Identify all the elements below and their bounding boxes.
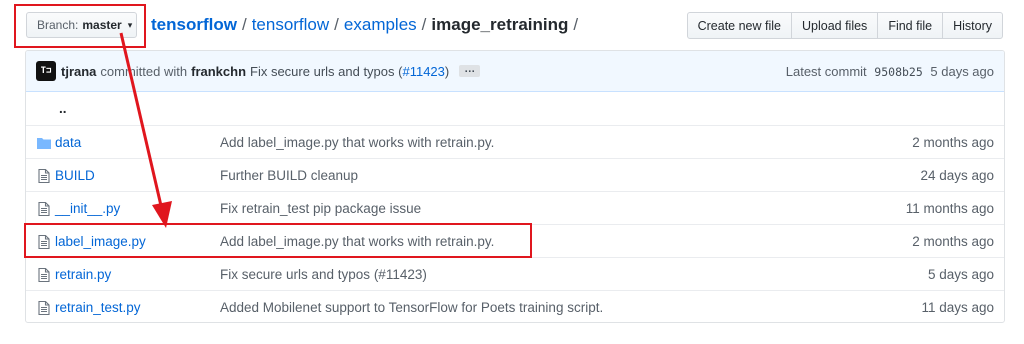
file-commit-message[interactable]: Add label_image.py that works with retra… [220, 234, 494, 249]
file-name-link[interactable]: retrain.py [55, 267, 111, 282]
upload-files-button[interactable]: Upload files [790, 12, 879, 39]
file-icon [36, 300, 52, 316]
branch-selector-button[interactable]: Branch: master ▾ [26, 12, 137, 38]
expand-commit-message-button[interactable]: … [459, 64, 481, 77]
file-icon [36, 201, 52, 217]
breadcrumb-separator: / [573, 15, 579, 34]
file-commit-message[interactable]: Fix secure urls and typos (#11423) [220, 267, 427, 282]
breadcrumb-link-tensorflow[interactable]: tensorflow [252, 15, 329, 34]
file-row[interactable]: __init__.py Fix retrain_test pip package … [26, 191, 1004, 224]
file-row[interactable]: retrain.py Fix secure urls and typos (#11… [26, 257, 1004, 290]
chevron-down-icon: ▾ [127, 19, 133, 30]
commit-message[interactable]: Fix secure urls and typos (#11423) [250, 64, 449, 79]
latest-commit-label: Latest commit [785, 63, 867, 79]
file-row[interactable]: retrain_test.py Added Mobilenet support t… [26, 290, 1004, 322]
breadcrumb-link-examples[interactable]: examples [344, 15, 417, 34]
create-new-file-button[interactable]: Create new file [686, 12, 792, 39]
file-name-link[interactable]: __init__.py [55, 201, 120, 216]
parent-directory-row[interactable]: .. [26, 92, 1004, 125]
breadcrumb-link-repo[interactable]: tensorflow [151, 15, 237, 34]
latest-commit-bar: T⊐ tjrana committed with frankchn Fix se… [26, 51, 1004, 92]
history-button[interactable]: History [942, 12, 1003, 39]
file-name-link[interactable]: BUILD [55, 168, 95, 183]
branch-name: master [82, 18, 122, 32]
file-icon [36, 234, 52, 250]
file-age: 24 days ago [920, 167, 994, 183]
file-row[interactable]: BUILD Further BUILD cleanup 24 days ago [26, 158, 1004, 191]
breadcrumb-current: image_retraining [431, 15, 569, 34]
file-age: 5 days ago [927, 266, 994, 282]
file-browser: T⊐ tjrana committed with frankchn Fix se… [25, 50, 1005, 323]
commit-pr-link[interactable]: #11423 [402, 64, 444, 79]
breadcrumb-separator: / [421, 15, 427, 34]
file-age: 2 months ago [912, 134, 994, 150]
file-name-link[interactable]: data [55, 135, 81, 150]
commit-age: 5 days ago [930, 63, 994, 79]
commit-author[interactable]: tjrana [61, 64, 96, 79]
commit-sha-link[interactable]: 9508b25 [874, 65, 922, 79]
find-file-button[interactable]: Find file [877, 12, 944, 39]
breadcrumb: tensorflow / tensorflow / examples / image_ret… [151, 14, 583, 36]
commit-verb: committed with [100, 63, 188, 79]
file-commit-message[interactable]: Fix retrain_test pip package issue [220, 201, 421, 216]
file-name-link[interactable]: label_image.py [55, 234, 146, 249]
file-icon [36, 267, 52, 283]
file-icon [36, 168, 52, 184]
file-age: 11 days ago [921, 299, 994, 315]
breadcrumb-separator: / [241, 15, 247, 34]
file-commit-message[interactable]: Add label_image.py that works with retra… [220, 135, 494, 150]
latest-commit-info: Latest commit 9508b25 5 days ago [786, 64, 994, 79]
file-row[interactable]: label_image.py Add label_image.py that wo… [26, 224, 1004, 257]
commit-coauthor[interactable]: frankchn [191, 64, 246, 79]
file-row[interactable]: data Add label_image.py that works with r… [26, 125, 1004, 158]
file-name-link[interactable]: retrain_test.py [55, 300, 141, 315]
breadcrumb-separator: / [334, 15, 339, 34]
repo-navigation-bar: Branch: master ▾ tensorflow / tensorflow / e… [0, 0, 1024, 50]
file-commit-message[interactable]: Added Mobilenet support to TensorFlow fo… [220, 300, 603, 315]
parent-directory-link[interactable]: .. [59, 101, 67, 116]
file-age: 11 months ago [905, 200, 994, 216]
file-commit-message[interactable]: Further BUILD cleanup [220, 168, 358, 183]
branch-prefix: Branch: [37, 18, 79, 32]
folder-icon [36, 135, 52, 151]
file-actions-button-group: Create new file Upload files Find file H… [686, 12, 1003, 39]
avatar[interactable]: T⊐ [36, 61, 56, 81]
file-age: 2 months ago [912, 233, 994, 249]
